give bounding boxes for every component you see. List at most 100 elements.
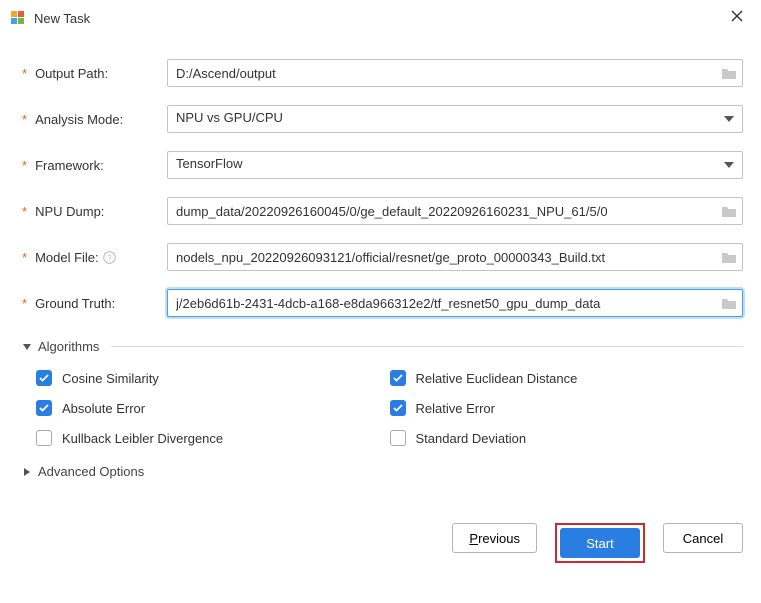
titlebar: New Task [0, 0, 761, 33]
folder-icon [721, 204, 737, 218]
row-output-path: * Output Path: [22, 59, 743, 87]
label-text: Model File: [35, 250, 99, 265]
algorithms-header[interactable]: Algorithms [22, 339, 743, 354]
checkbox-label: Absolute Error [62, 401, 145, 416]
algorithm-checkbox[interactable]: Relative Error [390, 400, 724, 416]
check-icon [39, 374, 49, 382]
chevron-down-icon [724, 116, 734, 122]
npu-dump-input[interactable] [167, 197, 743, 225]
label-text: Output Path: [35, 66, 108, 81]
checkbox-label: Standard Deviation [416, 431, 527, 446]
label-text: NPU Dump: [35, 204, 104, 219]
row-framework: * Framework: TensorFlow [22, 151, 743, 179]
label-output-path: * Output Path: [22, 66, 167, 81]
browse-model-file-button[interactable] [719, 247, 739, 267]
window-title: New Task [34, 11, 725, 26]
chevron-down-icon [724, 162, 734, 168]
start-button-highlight: Start [555, 523, 645, 563]
select-value: NPU vs GPU/CPU [176, 110, 283, 125]
checkbox-label: Relative Error [416, 401, 495, 416]
triangle-down-icon [22, 342, 32, 352]
section-algorithms: Algorithms Cosine Similarity Relative Euc… [22, 339, 743, 446]
select-value: TensorFlow [176, 156, 242, 171]
button-bar: Previous Start Cancel [0, 503, 761, 577]
close-button[interactable] [725, 8, 749, 28]
required-marker: * [22, 112, 27, 127]
label-framework: * Framework: [22, 158, 167, 173]
ground-truth-input[interactable] [167, 289, 743, 317]
check-icon [39, 404, 49, 412]
button-label-rest: revious [478, 531, 520, 546]
required-marker: * [22, 204, 27, 219]
check-icon [393, 374, 403, 382]
folder-icon [721, 66, 737, 80]
row-npu-dump: * NPU Dump: [22, 197, 743, 225]
checkbox-label: Relative Euclidean Distance [416, 371, 578, 386]
framework-select[interactable]: TensorFlow [167, 151, 743, 179]
algorithm-checkbox[interactable]: Kullback Leibler Divergence [36, 430, 370, 446]
folder-icon [721, 250, 737, 264]
svg-text:?: ? [107, 253, 112, 262]
required-marker: * [22, 250, 27, 265]
algorithm-checkbox[interactable]: Absolute Error [36, 400, 370, 416]
label-analysis-mode: * Analysis Mode: [22, 112, 167, 127]
algorithm-checkbox[interactable]: Cosine Similarity [36, 370, 370, 386]
mnemonic: P [469, 531, 478, 546]
analysis-mode-select[interactable]: NPU vs GPU/CPU [167, 105, 743, 133]
divider [111, 346, 743, 347]
output-path-input[interactable] [167, 59, 743, 87]
field-wrap [167, 289, 743, 317]
question-icon: ? [103, 251, 116, 264]
row-model-file: * Model File: ? [22, 243, 743, 271]
check-icon [393, 404, 403, 412]
field-wrap [167, 197, 743, 225]
row-ground-truth: * Ground Truth: [22, 289, 743, 317]
checkbox-box [36, 370, 52, 386]
expand-arrow [22, 467, 34, 477]
browse-npu-dump-button[interactable] [719, 201, 739, 221]
label-text: Analysis Mode: [35, 112, 123, 127]
advanced-header[interactable]: Advanced Options [22, 464, 743, 479]
start-button[interactable]: Start [560, 528, 640, 558]
previous-button[interactable]: Previous [452, 523, 537, 553]
label-npu-dump: * NPU Dump: [22, 204, 167, 219]
folder-icon [721, 296, 737, 310]
algorithms-grid: Cosine Similarity Relative Euclidean Dist… [22, 370, 743, 446]
expand-arrow [22, 342, 34, 352]
checkbox-label: Cosine Similarity [62, 371, 159, 386]
browse-output-path-button[interactable] [719, 63, 739, 83]
label-model-file: * Model File: ? [22, 250, 167, 265]
cancel-button[interactable]: Cancel [663, 523, 743, 553]
field-wrap: TensorFlow [167, 151, 743, 179]
label-ground-truth: * Ground Truth: [22, 296, 167, 311]
field-wrap [167, 59, 743, 87]
checkbox-box [36, 400, 52, 416]
checkbox-box [390, 400, 406, 416]
section-advanced: Advanced Options [22, 464, 743, 479]
browse-ground-truth-button[interactable] [719, 293, 739, 313]
required-marker: * [22, 158, 27, 173]
close-icon [731, 10, 743, 22]
row-analysis-mode: * Analysis Mode: NPU vs GPU/CPU [22, 105, 743, 133]
algorithm-checkbox[interactable]: Standard Deviation [390, 430, 724, 446]
model-file-help-icon[interactable]: ? [103, 251, 116, 264]
checkbox-box [390, 430, 406, 446]
form-content: * Output Path: * Analysis Mode: NPU vs G… [0, 33, 761, 479]
required-marker: * [22, 66, 27, 81]
app-icon [10, 10, 26, 26]
field-wrap [167, 243, 743, 271]
model-file-input[interactable] [167, 243, 743, 271]
field-wrap: NPU vs GPU/CPU [167, 105, 743, 133]
checkbox-box [390, 370, 406, 386]
section-title: Advanced Options [38, 464, 144, 479]
label-text: Ground Truth: [35, 296, 115, 311]
required-marker: * [22, 296, 27, 311]
checkbox-box [36, 430, 52, 446]
label-text: Framework: [35, 158, 104, 173]
algorithm-checkbox[interactable]: Relative Euclidean Distance [390, 370, 724, 386]
checkbox-label: Kullback Leibler Divergence [62, 431, 223, 446]
framework-caret[interactable] [719, 155, 739, 175]
triangle-right-icon [22, 467, 32, 477]
section-title: Algorithms [38, 339, 99, 354]
analysis-mode-caret[interactable] [719, 109, 739, 129]
